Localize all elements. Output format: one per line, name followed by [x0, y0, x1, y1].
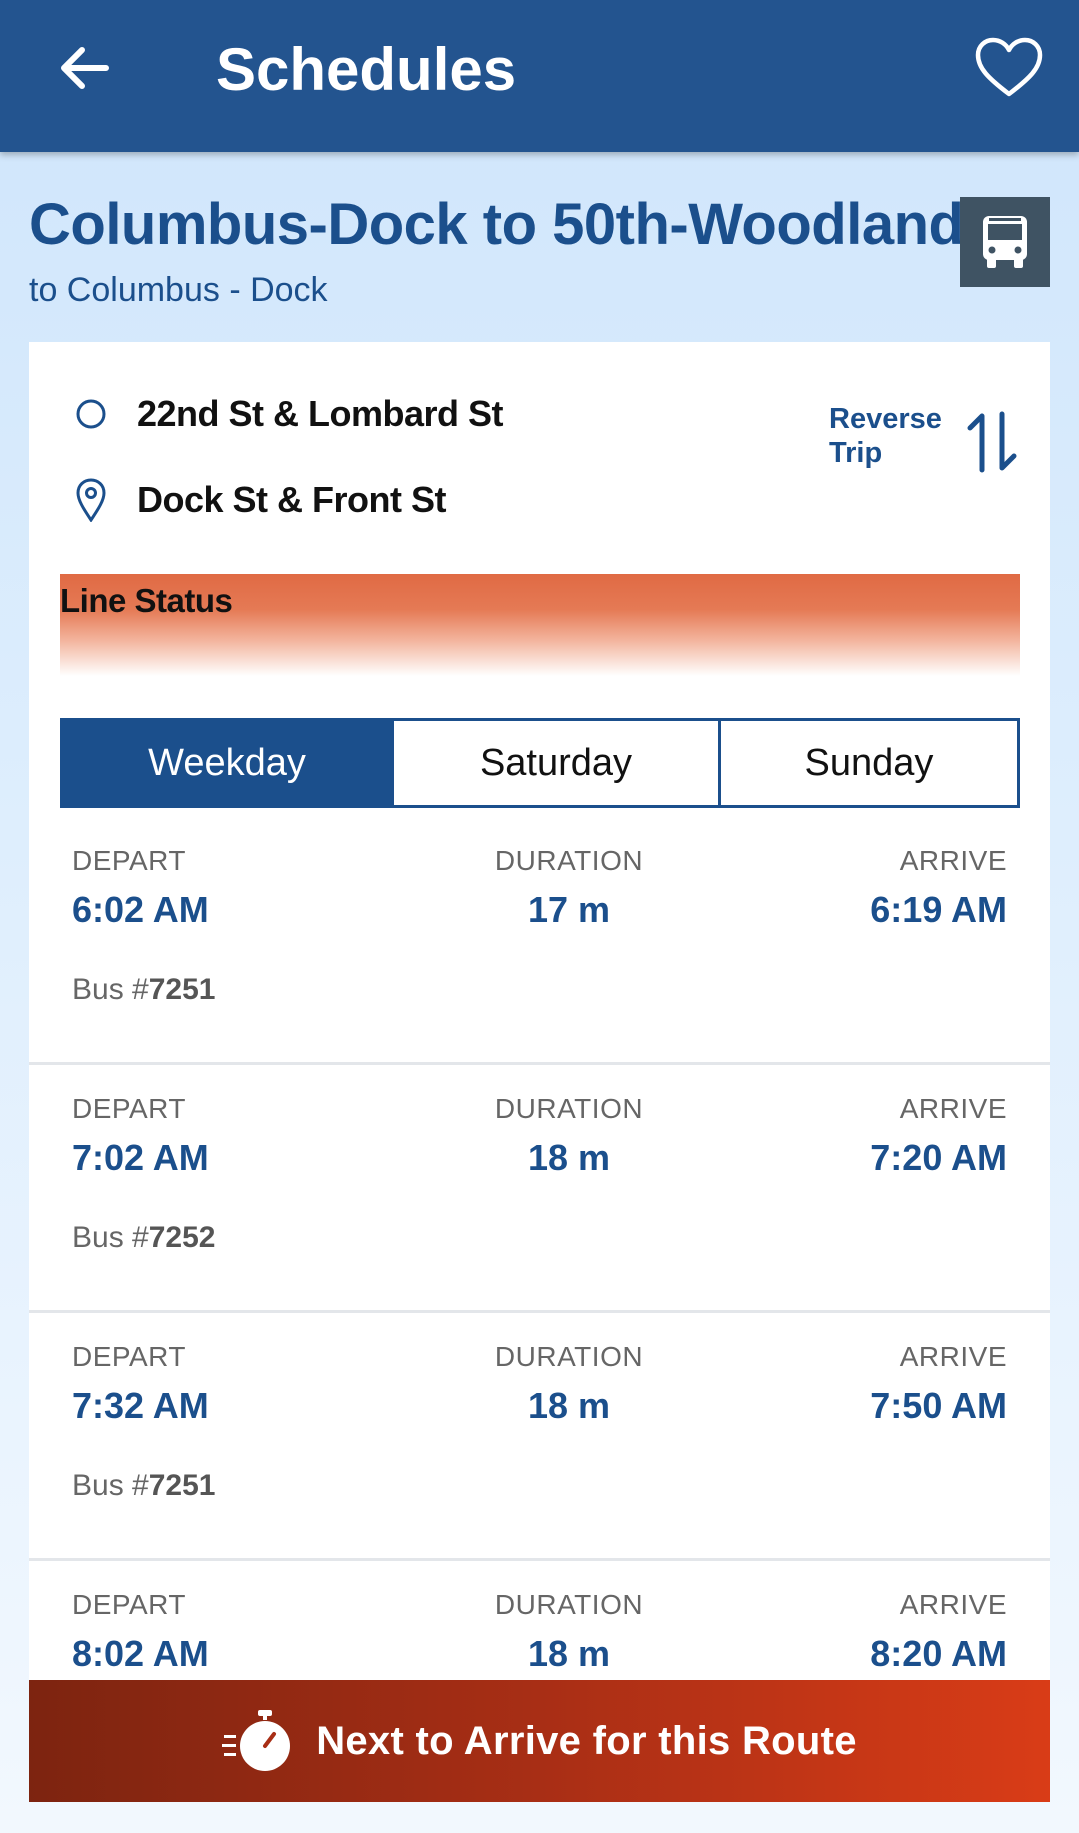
stopwatch-icon: [222, 1710, 291, 1771]
arrive-label: ARRIVE: [899, 1341, 1007, 1372]
bus-number: Bus #7251: [72, 973, 216, 1006]
schedule-card: 22nd St & Lombard St Dock St & Front St …: [29, 342, 1050, 1684]
depart-label: DEPART: [72, 1093, 186, 1124]
arrive-time: 7:20 AM: [870, 1137, 1007, 1178]
arrow-left-icon: [61, 47, 109, 89]
depart-label: DEPART: [72, 845, 186, 876]
origin-stop-name: 22nd St & Lombard St: [137, 393, 504, 434]
next-to-arrive-button[interactable]: Next to Arrive for this Route: [29, 1680, 1050, 1802]
destination-stop: Dock St & Front St: [69, 478, 447, 522]
trip-row[interactable]: DEPART DURATION ARRIVE 7:02 AM 18 m 7:20…: [29, 1065, 1050, 1313]
duration-label: DURATION: [494, 1589, 644, 1620]
origin-circle-icon: [69, 392, 113, 436]
trip-duration: 18 m: [527, 1633, 611, 1674]
trip-duration: 18 m: [527, 1385, 611, 1426]
depart-time: 8:02 AM: [72, 1633, 209, 1674]
arrive-time: 7:50 AM: [870, 1385, 1007, 1426]
depart-time: 6:02 AM: [72, 889, 209, 930]
line-status-label: Line Status: [60, 582, 233, 619]
back-button[interactable]: [56, 40, 112, 96]
duration-label: DURATION: [494, 845, 644, 876]
arrive-time: 8:20 AM: [870, 1633, 1007, 1674]
route-direction: to Columbus - Dock: [29, 271, 328, 309]
reverse-trip-button[interactable]: Reverse Trip: [829, 402, 1029, 482]
schedule-day-tabs: Weekday Saturday Sunday: [60, 718, 1020, 808]
line-status-banner[interactable]: Line Status: [60, 574, 1020, 676]
reverse-label-line1: Reverse: [829, 403, 942, 435]
arrive-label: ARRIVE: [899, 1093, 1007, 1124]
next-to-arrive-label: Next to Arrive for this Route: [316, 1718, 857, 1763]
bus-number: Bus #7252: [72, 1221, 216, 1254]
depart-label: DEPART: [72, 1341, 186, 1372]
bus-icon: [983, 216, 1027, 268]
depart-label: DEPART: [72, 1589, 186, 1620]
trip-row[interactable]: DEPART DURATION ARRIVE 7:32 AM 18 m 7:50…: [29, 1313, 1050, 1561]
arrive-label: ARRIVE: [899, 845, 1007, 876]
transit-mode-badge: [960, 197, 1050, 287]
tab-saturday[interactable]: Saturday: [391, 721, 718, 805]
destination-stop-name: Dock St & Front St: [137, 479, 447, 520]
tab-weekday[interactable]: Weekday: [63, 721, 391, 805]
arrive-label: ARRIVE: [899, 1589, 1007, 1620]
origin-stop: 22nd St & Lombard St: [69, 392, 504, 436]
trip-duration: 18 m: [527, 1137, 611, 1178]
duration-label: DURATION: [494, 1093, 644, 1124]
trip-row[interactable]: DEPART DURATION ARRIVE 6:02 AM 17 m 6:19…: [29, 817, 1050, 1065]
depart-time: 7:02 AM: [72, 1137, 209, 1178]
trip-row[interactable]: DEPART DURATION ARRIVE 8:02 AM 18 m 8:20…: [29, 1561, 1050, 1684]
trip-list: DEPART DURATION ARRIVE 6:02 AM 17 m 6:19…: [29, 817, 1050, 1684]
route-title: Columbus-Dock to 50th-Woodland: [29, 192, 964, 257]
depart-time: 7:32 AM: [72, 1385, 209, 1426]
heart-outline-icon: [975, 37, 1043, 97]
app-bar: Schedules: [0, 0, 1079, 152]
map-pin-icon: [69, 478, 113, 522]
trip-duration: 17 m: [527, 889, 611, 930]
arrive-time: 6:19 AM: [870, 889, 1007, 930]
swap-vertical-icon: [967, 411, 1017, 473]
favorite-button[interactable]: [974, 36, 1044, 100]
reverse-label-line2: Trip: [829, 437, 883, 469]
duration-label: DURATION: [494, 1341, 644, 1372]
bus-number: Bus #7251: [72, 1469, 216, 1502]
tab-sunday[interactable]: Sunday: [718, 721, 1017, 805]
page-title: Schedules: [216, 36, 517, 103]
